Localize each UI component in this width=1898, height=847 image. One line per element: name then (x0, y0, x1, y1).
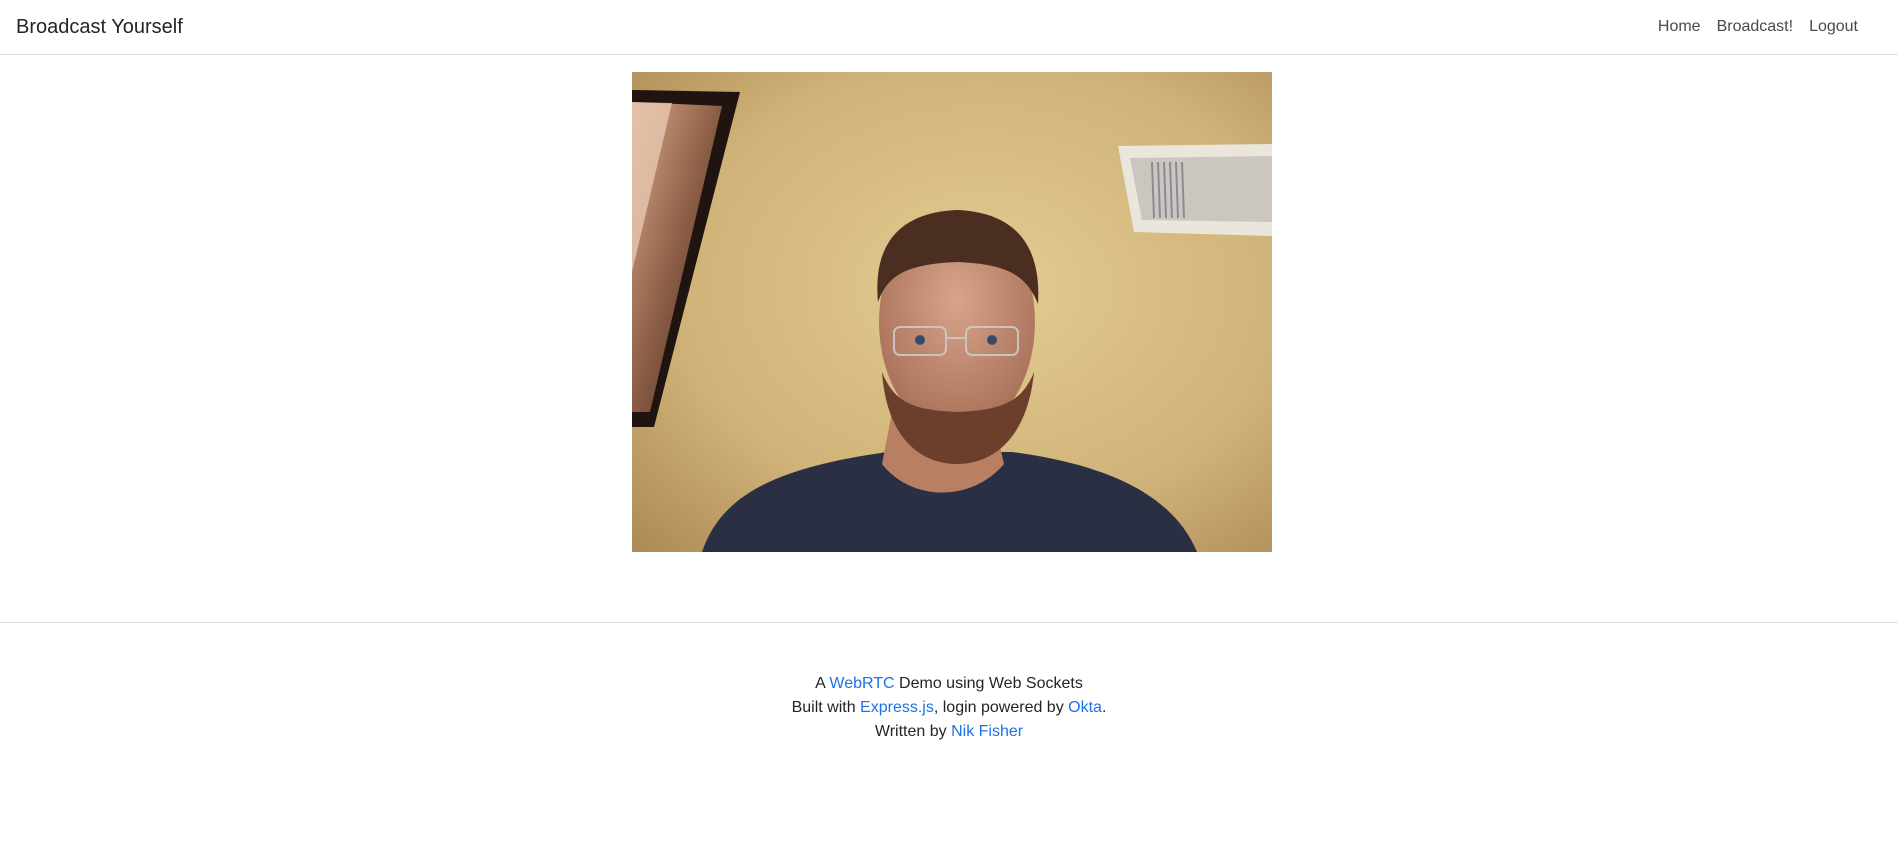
okta-link[interactable]: Okta (1068, 699, 1102, 716)
nav-links: Home Broadcast! Logout (1650, 17, 1866, 37)
footer-line-3: Written by Nik Fisher (0, 720, 1898, 744)
footer-text: A (815, 675, 830, 692)
footer-text: Written by (874, 723, 952, 740)
footer-line-2: Built with Express.js, login powered by … (0, 696, 1898, 720)
brand-link[interactable]: Broadcast Yourself (16, 15, 183, 39)
nav-home-link[interactable]: Home (1650, 17, 1709, 37)
navbar: Broadcast Yourself Home Broadcast! Logou… (0, 0, 1898, 55)
expressjs-link[interactable]: Express.js (860, 699, 934, 716)
webcam-frame-image (632, 72, 1272, 552)
video-stream[interactable] (632, 72, 1272, 552)
footer: A WebRTC Demo using Web Sockets Built wi… (0, 672, 1898, 744)
footer-divider (0, 622, 1898, 623)
footer-line-1: A WebRTC Demo using Web Sockets (0, 672, 1898, 696)
footer-text: Demo using Web Sockets (894, 675, 1083, 692)
webrtc-link[interactable]: WebRTC (829, 675, 894, 692)
author-link[interactable]: Nik Fisher (951, 723, 1023, 740)
footer-text: , login powered by (933, 699, 1069, 716)
footer-text: . (1101, 699, 1107, 716)
footer-text: Built with (791, 699, 861, 716)
nav-broadcast-link[interactable]: Broadcast! (1709, 17, 1801, 37)
nav-logout-link[interactable]: Logout (1801, 17, 1866, 37)
